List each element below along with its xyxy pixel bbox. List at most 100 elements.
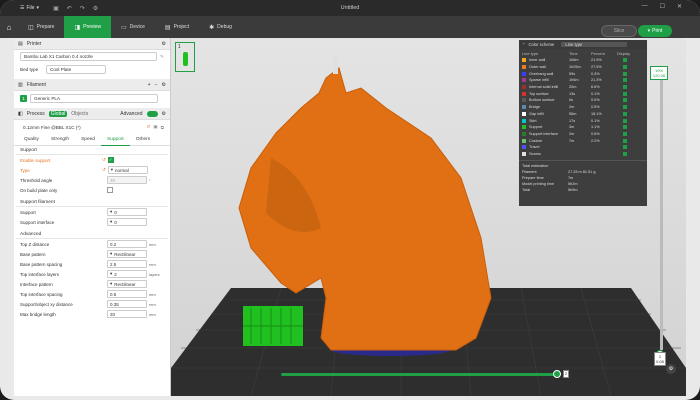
objects-toggle[interactable]: Objects — [71, 111, 88, 117]
layer-slider-track[interactable] — [660, 70, 663, 350]
reset-icon[interactable]: ↺ — [147, 124, 151, 130]
top-interface-layers-input[interactable]: ▾ 2 — [107, 270, 147, 278]
line-type-percent: 0.0% — [591, 98, 600, 103]
redo-icon[interactable]: ↷ — [80, 5, 85, 12]
legend-row: Travel — [519, 144, 647, 151]
advanced-switch[interactable] — [146, 110, 158, 117]
chevron-up-icon[interactable]: ⌃ — [522, 42, 526, 47]
layer-bottom-readout: 1 0.08 — [654, 352, 666, 366]
subtab-others[interactable]: Others — [130, 134, 156, 146]
display-checkbox[interactable] — [623, 138, 627, 143]
display-checkbox[interactable] — [623, 98, 627, 103]
printer-select[interactable]: Bambu Lab X1 Carbon 0.4 nozzle — [20, 52, 158, 61]
support-type-select[interactable]: ▾ normal — [107, 166, 148, 174]
save-icon[interactable]: ▣ — [53, 5, 59, 12]
display-checkbox[interactable] — [623, 111, 627, 116]
line-type-time: 1h25m — [569, 65, 581, 70]
display-checkbox[interactable] — [623, 145, 627, 150]
tab-prepare[interactable]: ◫ Prepare — [18, 16, 64, 38]
tab-device[interactable]: ▭ Device — [111, 16, 155, 38]
display-checkbox[interactable] — [623, 151, 627, 156]
maximize-icon[interactable]: ☐ — [660, 3, 665, 10]
interface-pattern-select[interactable]: ▾ Rectilinear — [107, 280, 147, 288]
slice-button[interactable]: Slice — [601, 25, 637, 37]
line-type-time: 56m — [569, 111, 577, 116]
tab-project[interactable]: ▤ Project — [155, 16, 199, 38]
base-pattern-select[interactable]: ▾ Rectilinear — [107, 250, 147, 258]
color-swatch — [522, 91, 526, 96]
line-type-time: 2m — [569, 131, 575, 136]
display-checkbox[interactable] — [623, 65, 627, 70]
display-checkbox[interactable] — [623, 85, 627, 90]
legend-panel: ⌃ Color scheme Line type Line type Time … — [519, 40, 647, 206]
subtab-strength[interactable]: Strength — [45, 134, 75, 146]
base-pattern-spacing-input[interactable]: 2.5 — [107, 260, 147, 268]
display-checkbox[interactable] — [623, 125, 627, 130]
bed-type-select[interactable]: Cool Plate — [46, 65, 106, 74]
gear-icon[interactable]: ⚙ — [162, 41, 166, 47]
color-swatch — [522, 58, 526, 63]
enable-support-checkbox[interactable]: ✓ — [107, 157, 114, 163]
plate-thumbnail[interactable]: 1 — [175, 42, 195, 72]
filament-select[interactable]: Generic PLA — [30, 93, 158, 103]
file-menu[interactable]: ☰ File ▾ — [20, 5, 39, 11]
line-type-time: 3m — [569, 125, 575, 130]
add-icon[interactable]: + — [148, 82, 151, 88]
support-interface-label: Support interface — [20, 219, 55, 225]
max-bridge-length-input[interactable]: 20 — [107, 310, 147, 318]
display-checkbox[interactable] — [623, 118, 627, 123]
display-checkbox[interactable] — [623, 91, 627, 96]
total-estimation-label: Total estimation — [522, 164, 549, 169]
minimize-icon[interactable]: — — [642, 3, 648, 10]
line-type-name: Support interface — [529, 131, 558, 136]
top-z-distance-label: Top Z distance — [20, 241, 50, 247]
tab-debug[interactable]: ✱ Debug — [199, 16, 242, 38]
settings-icon[interactable]: ⚙ — [93, 5, 98, 12]
global-toggle[interactable]: Global — [48, 110, 68, 117]
gear-icon[interactable]: ⚙ — [162, 111, 166, 117]
reset-icon[interactable]: ↺ — [102, 167, 106, 173]
line-type-name: Bottom surface — [529, 98, 555, 103]
printer-icon: ▤ — [18, 40, 23, 47]
build-plate-only-checkbox[interactable] — [107, 187, 113, 193]
home-icon[interactable]: ⌂ — [0, 16, 18, 38]
support-interface-select[interactable]: ▾ 0 — [107, 218, 147, 226]
close-icon[interactable]: ✕ — [677, 3, 682, 10]
process-profile-select[interactable]: 0.12mm Fine @BBL X1C (*) — [20, 122, 140, 132]
color-scheme-label: Color scheme — [528, 42, 555, 47]
display-checkbox[interactable] — [623, 78, 627, 83]
subtab-speed[interactable]: Speed — [75, 134, 101, 146]
save-icon[interactable]: ▣ — [153, 124, 157, 130]
line-type-time: 59s — [569, 71, 576, 76]
subtab-quality[interactable]: Quality — [18, 134, 45, 146]
color-scheme-select[interactable]: Line type — [561, 42, 628, 47]
display-checkbox[interactable] — [623, 71, 627, 76]
display-checkbox[interactable] — [623, 105, 627, 110]
top-interface-spacing-input[interactable]: 0.5 — [107, 290, 147, 298]
filament-name: Generic PLA — [34, 95, 61, 101]
tab-label: Preview — [83, 24, 101, 30]
subtab-support[interactable]: Support — [100, 134, 130, 146]
process-section-title: Process — [26, 110, 45, 117]
move-slider-track[interactable] — [281, 373, 559, 376]
display-checkbox[interactable] — [623, 58, 627, 63]
xy-distance-input[interactable]: 0.35 — [107, 300, 147, 308]
tab-preview[interactable]: ◨ Preview — [64, 16, 111, 38]
move-slider-handle[interactable] — [553, 370, 561, 378]
top-z-distance-input[interactable]: 0.2 — [107, 240, 147, 248]
undo-icon[interactable]: ↶ — [67, 5, 72, 12]
estimation-value: 5h2m — [568, 182, 578, 187]
estimation-row: Total 5h9m — [519, 187, 647, 193]
threshold-angle-input[interactable]: 30 — [107, 176, 147, 184]
line-type-name: Skirt — [529, 118, 537, 123]
support-filament-select[interactable]: ▾ 0 — [107, 208, 147, 216]
gear-icon[interactable]: ⚙ — [162, 82, 166, 88]
bed-type-value: Cool Plate — [50, 67, 72, 72]
remove-icon[interactable]: − — [155, 82, 158, 88]
print-button[interactable]: ▾ Print — [638, 25, 672, 37]
edit-icon[interactable]: ✎ — [160, 54, 164, 60]
reset-icon[interactable]: ↺ — [102, 157, 106, 163]
display-checkbox[interactable] — [623, 131, 627, 136]
compare-icon[interactable]: ⧉ — [161, 125, 164, 130]
view-options-icon[interactable]: ⚙ — [666, 364, 676, 374]
